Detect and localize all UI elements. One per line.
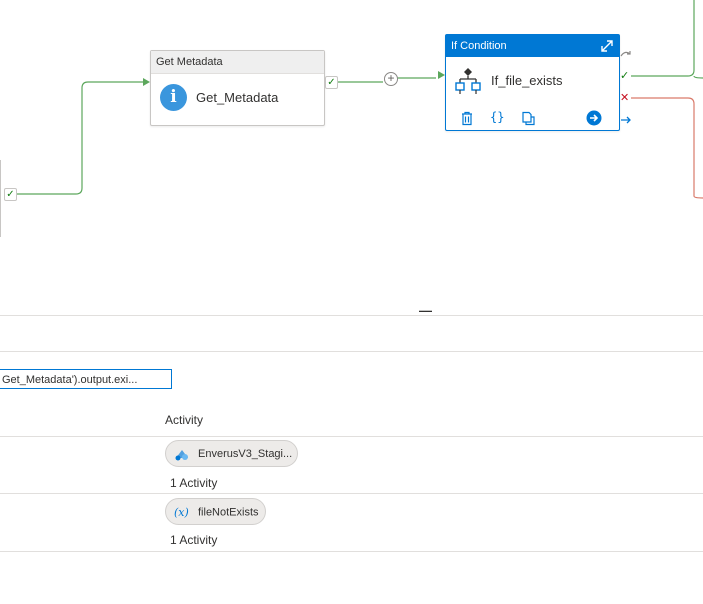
success-connector-right-tail — [693, 75, 703, 79]
row-divider — [0, 551, 703, 552]
expand-icon[interactable] — [599, 38, 615, 54]
failure-connector-right — [631, 97, 703, 199]
arrowhead-get-metadata — [143, 78, 150, 86]
activity-count: 1 Activity — [170, 476, 218, 490]
add-activity-button[interactable]: + — [384, 72, 398, 86]
delete-icon[interactable] — [460, 111, 474, 126]
skip-port-icon[interactable] — [620, 49, 632, 61]
success-port-icon[interactable]: ✓ — [620, 70, 629, 82]
table-header-divider — [0, 436, 703, 437]
navigate-icon[interactable] — [586, 110, 602, 126]
success-connector-right — [631, 0, 695, 77]
previous-node-success-port[interactable]: ✓ — [4, 188, 17, 201]
panel-divider — [0, 315, 703, 316]
get-metadata-activity[interactable]: Get Metadata i Get_Metadata — [150, 50, 325, 126]
row-divider — [0, 493, 703, 494]
activity-pill[interactable]: (x) fileNotExists — [165, 498, 266, 525]
code-icon[interactable]: {} — [490, 110, 504, 124]
activity-name: Get_Metadata — [196, 90, 279, 105]
info-icon: i — [160, 84, 187, 111]
copy-icon[interactable] — [521, 111, 536, 126]
completion-port-icon[interactable] — [620, 114, 632, 126]
activity-type-label: Get Metadata — [151, 51, 324, 74]
activity-pill-label: fileNotExists — [198, 506, 259, 519]
set-variable-icon: (x) — [174, 506, 189, 519]
success-connector-left — [16, 81, 146, 195]
failure-port-icon[interactable]: ✕ — [620, 92, 629, 104]
expression-input[interactable]: Get_Metadata').output.exi... — [0, 369, 172, 389]
minimize-panel-button[interactable]: — — [419, 303, 432, 318]
pipeline-canvas[interactable]: ✓ Get Metadata i Get_Metadata ✓ + If Con… — [0, 0, 703, 300]
activity-column-header: Activity — [165, 413, 204, 427]
activity-pill[interactable]: EnverusV3_Stagi... — [165, 440, 298, 467]
arrowhead-if-condition — [438, 71, 445, 79]
tab-divider — [0, 351, 703, 352]
if-condition-icon — [455, 68, 481, 94]
get-metadata-success-port[interactable]: ✓ — [325, 76, 338, 89]
if-condition-activity[interactable]: If Condition If_file_exists {} — [445, 34, 620, 131]
activity-count: 1 Activity — [170, 533, 218, 547]
activity-name: If_file_exists — [491, 73, 563, 88]
copy-data-icon — [175, 450, 188, 461]
activity-pill-label: EnverusV3_Stagi... — [198, 448, 293, 460]
activity-type-label: If Condition — [446, 35, 619, 57]
